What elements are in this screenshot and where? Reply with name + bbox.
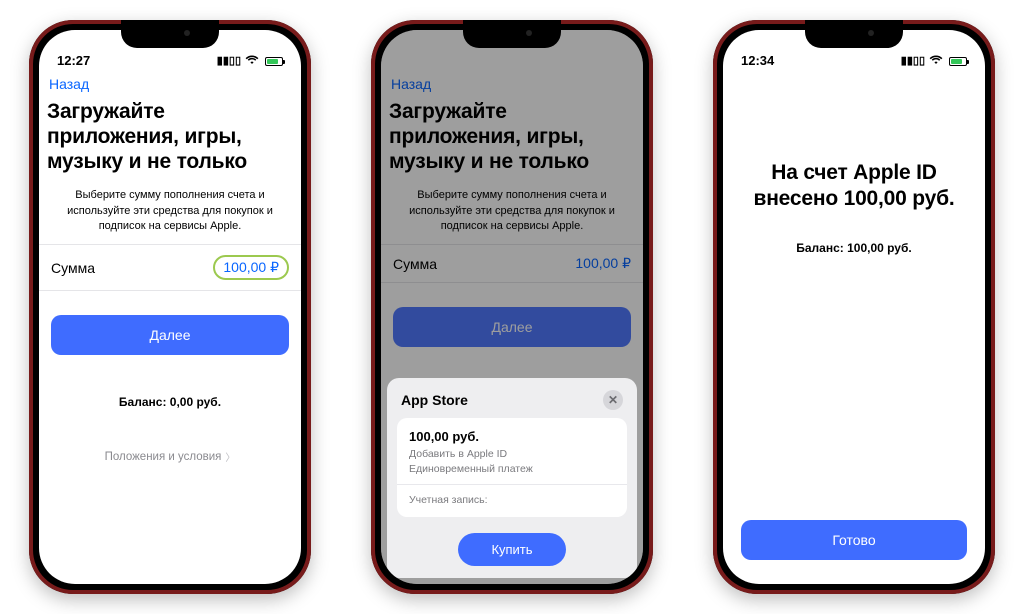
sheet-title: App Store: [401, 392, 468, 408]
amount-label: Сумма: [51, 260, 95, 276]
phone-frame-2: Назад Загружайте приложения, игры, музык…: [371, 20, 653, 594]
status-time: 12:27: [57, 53, 90, 68]
terms-link[interactable]: Положения и условия 〉: [39, 449, 301, 464]
camera-sensor: [526, 30, 532, 36]
purchase-price: 100,00 руб.: [409, 428, 615, 446]
camera-sensor: [184, 30, 190, 36]
cellular-icon: ▮▮▯▯: [217, 56, 241, 67]
wifi-icon: [245, 55, 259, 68]
battery-icon: [947, 57, 967, 66]
screen-3: 12:34 ▮▮▯▯ На счет Apple ID внесено 100,…: [723, 30, 985, 584]
chevron-right-icon: 〉: [225, 449, 235, 464]
phone-frame-1: 12:27 ▮▮▯▯ Назад Загружайте приложения, …: [29, 20, 311, 594]
purchase-card: 100,00 руб. Добавить в Apple ID Единовре…: [397, 418, 627, 517]
purchase-sheet: App Store ✕ 100,00 руб. Добавить в Apple…: [387, 378, 637, 578]
notch: [121, 20, 219, 48]
success-content: На счет Apple ID внесено 100,00 руб. Бал…: [723, 70, 985, 584]
wifi-icon: [929, 55, 943, 68]
done-button[interactable]: Готово: [741, 520, 967, 560]
next-button[interactable]: Далее: [51, 315, 289, 355]
screen-1: 12:27 ▮▮▯▯ Назад Загружайте приложения, …: [39, 30, 301, 584]
back-button[interactable]: Назад: [39, 70, 301, 94]
buy-button[interactable]: Купить: [458, 533, 566, 566]
notch: [805, 20, 903, 48]
terms-label: Положения и условия: [105, 451, 222, 463]
amount-value[interactable]: 100,00 ₽: [213, 255, 289, 280]
close-icon[interactable]: ✕: [603, 390, 623, 410]
success-title: На счет Apple ID внесено 100,00 руб.: [741, 160, 967, 213]
phone-frame-3: 12:34 ▮▮▯▯ На счет Apple ID внесено 100,…: [713, 20, 995, 594]
status-time: 12:34: [741, 53, 774, 68]
page-title: Загружайте приложения, игры, музыку и не…: [39, 94, 301, 180]
purchase-line-1: Добавить в Apple ID: [409, 447, 615, 461]
sheet-header: App Store ✕: [397, 388, 627, 418]
purchase-line-2: Единовременный платеж: [409, 462, 615, 476]
success-balance: Баланс: 100,00 руб.: [796, 241, 911, 255]
camera-sensor: [868, 30, 874, 36]
status-icons: ▮▮▯▯: [901, 55, 967, 68]
notch: [463, 20, 561, 48]
account-label: Учетная запись:: [409, 493, 615, 507]
status-icons: ▮▮▯▯: [217, 55, 283, 68]
amount-row[interactable]: Сумма 100,00 ₽: [39, 244, 301, 291]
cellular-icon: ▮▮▯▯: [901, 56, 925, 67]
battery-icon: [263, 57, 283, 66]
divider: [397, 484, 627, 485]
page-subtext: Выберите сумму пополнения счета и исполь…: [39, 180, 301, 244]
screen-2: Назад Загружайте приложения, игры, музык…: [381, 30, 643, 584]
balance-text: Баланс: 0,00 руб.: [39, 395, 301, 409]
